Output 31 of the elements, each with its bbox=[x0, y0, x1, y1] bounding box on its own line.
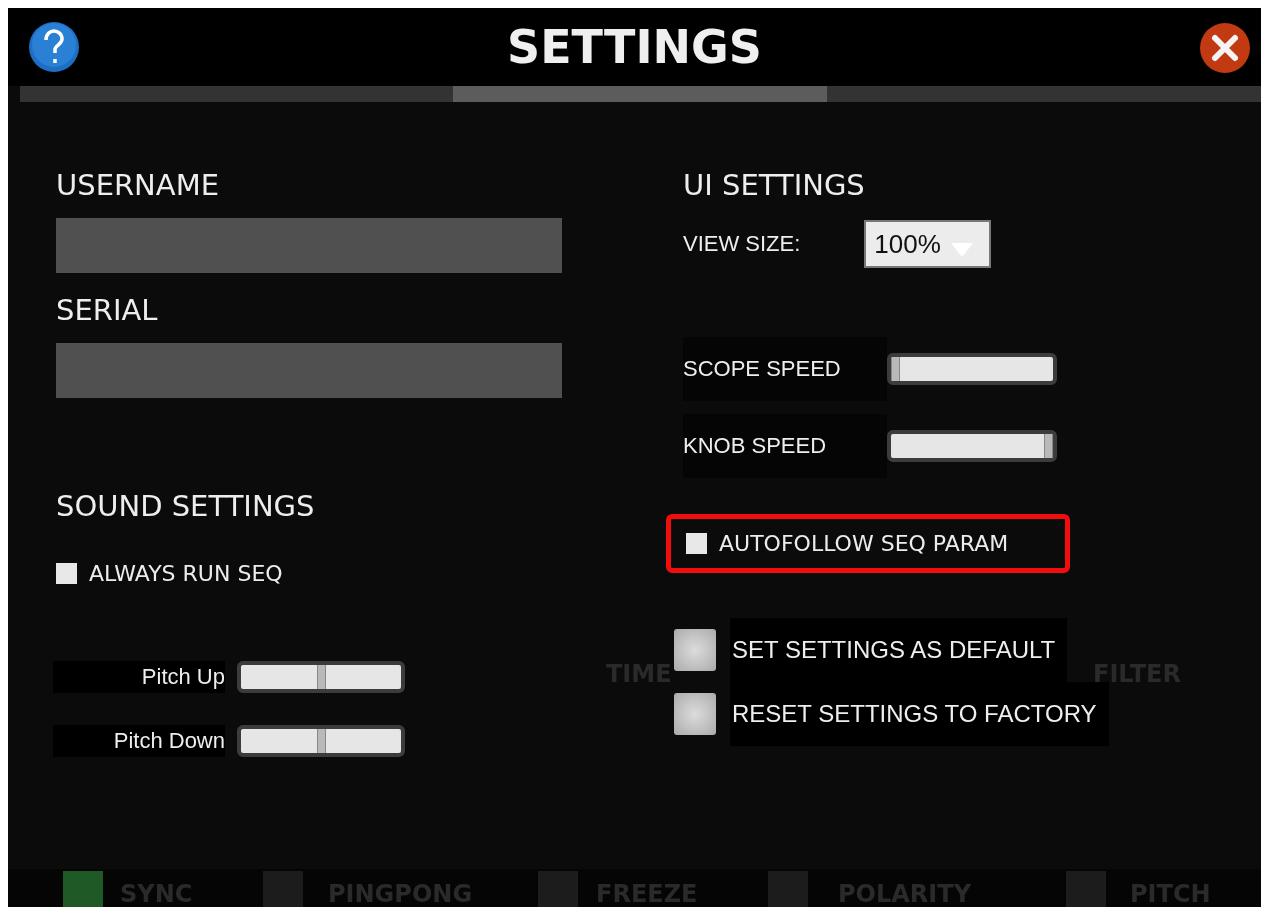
checkbox-label: AUTOFOLLOW SEQ PARAM bbox=[719, 531, 1009, 556]
slider-label: SCOPE SPEED bbox=[683, 356, 841, 382]
username-field[interactable] bbox=[56, 218, 562, 273]
help-icon[interactable] bbox=[28, 21, 80, 73]
checkbox[interactable] bbox=[686, 533, 707, 554]
slider-label: Pitch Up bbox=[53, 661, 225, 693]
slider-track[interactable] bbox=[237, 725, 405, 757]
slider-thumb[interactable] bbox=[1044, 434, 1053, 458]
slider-thumb[interactable] bbox=[316, 729, 326, 753]
slider-thumb[interactable] bbox=[316, 665, 326, 689]
slider-track[interactable] bbox=[887, 430, 1057, 462]
action-button[interactable] bbox=[674, 629, 716, 671]
view-size-label: VIEW SIZE: bbox=[683, 231, 801, 257]
checkbox-label: ALWAYS RUN SEQ bbox=[89, 561, 283, 586]
serial-field[interactable] bbox=[56, 343, 562, 398]
slider-label: Pitch Down bbox=[53, 725, 225, 757]
slider-thumb[interactable] bbox=[891, 357, 900, 381]
view-size-dropdown[interactable]: 100% bbox=[864, 220, 992, 268]
dialog-title: SETTINGS bbox=[507, 20, 762, 74]
section-heading: UI SETTINGS bbox=[683, 168, 866, 202]
slider-label: KNOB SPEED bbox=[683, 433, 827, 459]
field-label: USERNAME bbox=[56, 168, 220, 202]
action-label: RESET SETTINGS TO FACTORY bbox=[730, 682, 1109, 746]
slider-track[interactable] bbox=[887, 353, 1057, 385]
checkbox[interactable] bbox=[56, 563, 77, 584]
close-icon[interactable] bbox=[1199, 22, 1251, 74]
action-button[interactable] bbox=[674, 693, 716, 735]
section-heading: SOUND SETTINGS bbox=[56, 489, 316, 523]
slider-track[interactable] bbox=[237, 661, 405, 693]
field-label: SERIAL bbox=[56, 293, 159, 327]
action-label: SET SETTINGS AS DEFAULT bbox=[730, 618, 1068, 682]
